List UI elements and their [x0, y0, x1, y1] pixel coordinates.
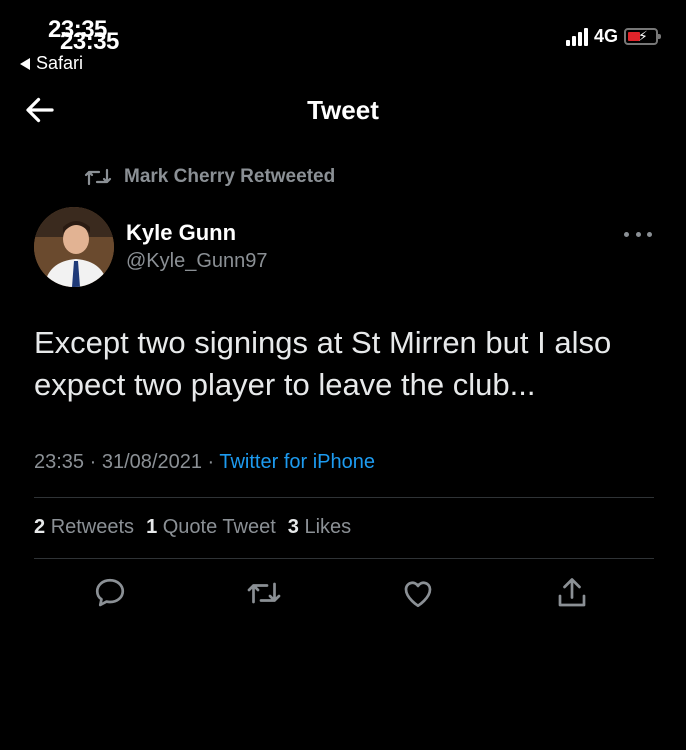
avatar[interactable]	[34, 207, 114, 287]
tweet-stats: 2 Retweets 1 Quote Tweet 3 Likes	[34, 516, 351, 539]
reply-icon[interactable]	[92, 575, 128, 611]
retweet-small-icon	[84, 168, 112, 186]
tweet-time: 23:35	[34, 451, 85, 473]
quote-count: 1	[146, 516, 158, 538]
page-title: Tweet	[307, 95, 379, 125]
retweeted-by[interactable]: Mark Cherry Retweeted	[84, 166, 335, 188]
avatar-photo-icon	[34, 207, 114, 287]
signal-bar	[583, 27, 588, 46]
back-triangle-icon	[20, 57, 30, 70]
retweet-icon[interactable]	[246, 575, 282, 611]
action-bar	[34, 575, 654, 615]
author-handle[interactable]: @Kyle_Gunn97	[126, 250, 268, 273]
author-name[interactable]: Kyle Gunn	[126, 220, 236, 246]
tweet-source-link[interactable]: Twitter for iPhone	[219, 451, 375, 473]
like-icon[interactable]	[400, 575, 436, 611]
tweet-date: 31/08/2021	[101, 451, 202, 473]
signal-bar	[577, 31, 582, 46]
signal-bar	[571, 35, 576, 46]
quote-label: Quote Tweet	[162, 516, 276, 538]
retweets-stat[interactable]: 2 Retweets	[34, 516, 134, 539]
divider	[34, 558, 654, 559]
likes-stat[interactable]: 3 Likes	[288, 516, 351, 539]
battery-icon: ⚡	[624, 28, 661, 45]
status-indicators: 4G ⚡	[565, 26, 661, 47]
likes-label: Likes	[304, 516, 352, 538]
retweeted-by-label: Mark Cherry Retweeted	[124, 166, 336, 187]
retweets-count: 2	[34, 516, 46, 538]
tweet-meta: 23:35 · 31/08/2021 · Twitter for iPhone	[34, 451, 375, 474]
back-to-app-button[interactable]: Safari	[20, 53, 83, 74]
tweet-text: Except two signings at St Mirren but I a…	[34, 325, 612, 402]
divider	[34, 497, 654, 498]
status-time: 23:35	[60, 28, 119, 55]
share-icon[interactable]	[554, 575, 590, 611]
signal-bar	[565, 39, 570, 46]
quote-stat[interactable]: 1 Quote Tweet	[146, 516, 276, 539]
more-options-icon[interactable]	[624, 228, 652, 240]
back-app-label: Safari	[36, 53, 84, 73]
charging-bolt-icon: ⚡	[638, 28, 648, 44]
signal-icon	[565, 27, 588, 46]
meta-separator: ·	[207, 451, 220, 473]
meta-separator: ·	[89, 451, 102, 473]
likes-count: 3	[287, 516, 299, 538]
retweets-label: Retweets	[50, 516, 135, 538]
network-type: 4G	[593, 26, 618, 46]
